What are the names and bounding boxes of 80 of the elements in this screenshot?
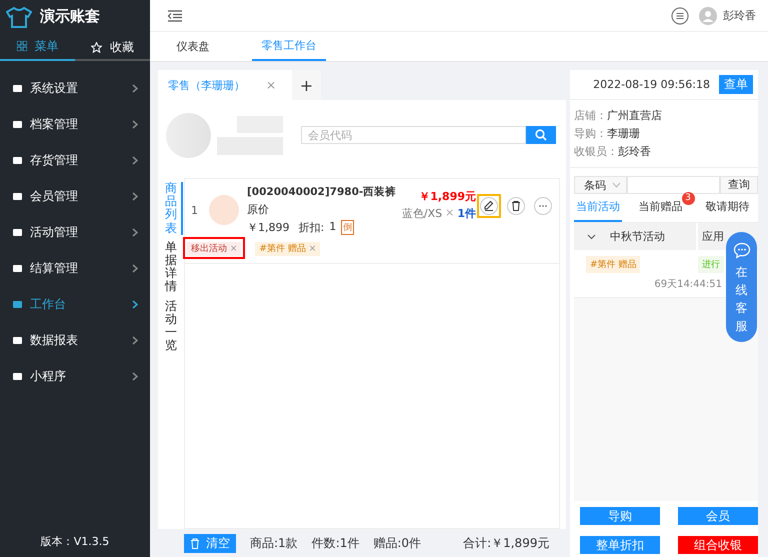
info-value: 彭玲香 — [618, 145, 651, 158]
pencil-icon — [482, 199, 496, 213]
action-button[interactable]: 组合收银 — [678, 536, 758, 554]
product-thumbnail — [209, 195, 239, 225]
product-count: 商品:1款 — [250, 534, 298, 552]
status-tag: 进行 — [698, 256, 724, 273]
delete-button[interactable] — [507, 197, 525, 215]
search-button[interactable] — [526, 126, 556, 144]
online-service-button[interactable]: 在线客服 — [726, 232, 757, 342]
menu-item[interactable]: 活动管理 — [0, 214, 150, 250]
trash-icon — [190, 538, 200, 548]
info-label: 导购： — [574, 127, 607, 140]
chevron-right-icon — [132, 228, 138, 236]
side-tab[interactable]: 单据详情 — [165, 240, 177, 294]
menu-item[interactable]: 工作台 — [0, 286, 150, 322]
sidebar-tab[interactable]: 收藏 — [75, 33, 150, 61]
star-icon — [91, 42, 102, 52]
item-quantity: 1件 — [457, 206, 476, 221]
chevron-right-icon — [132, 120, 138, 128]
activity-tab[interactable]: 当前赠品 — [638, 194, 682, 222]
menu-item[interactable]: 档案管理 — [0, 106, 150, 142]
menu-item[interactable]: 系统设置 — [0, 70, 150, 106]
menu-item[interactable]: 结算管理 — [0, 250, 150, 286]
menu-item[interactable]: 存货管理 — [0, 142, 150, 178]
activity-header[interactable]: 中秋节活动 — [574, 223, 696, 250]
activity-tab[interactable]: 敬请期待 — [706, 194, 750, 222]
chevron-right-icon — [132, 372, 138, 380]
times-sign: × — [445, 206, 454, 221]
row-number: 1 — [191, 204, 199, 216]
date-time: 2022-08-19 09:56:18 — [593, 78, 710, 91]
info-value: 李珊珊 — [607, 127, 640, 140]
query-button[interactable]: 查询 — [720, 176, 758, 194]
barcode-field[interactable] — [627, 176, 720, 194]
order-total: 合计:￥1,899元 — [463, 534, 550, 552]
chevron-right-icon — [132, 300, 138, 308]
price-type: 原价 — [247, 202, 270, 217]
info-label: 店铺： — [574, 109, 607, 122]
chevron-right-icon — [132, 264, 138, 272]
search-icon — [535, 129, 547, 141]
grid-icon — [16, 41, 26, 51]
chevron-right-icon — [132, 336, 138, 344]
page-tab[interactable]: 仪表盘 — [156, 32, 230, 61]
add-tab-button[interactable]: + — [292, 70, 321, 100]
count-badge: 3 — [682, 192, 694, 205]
discount-value: 1 — [329, 220, 336, 235]
chevron-right-icon — [132, 192, 138, 200]
barcode-type-select[interactable]: 条码 — [574, 176, 627, 194]
activity-tag[interactable]: 移出活动 × — [187, 242, 242, 256]
avatar-icon — [699, 6, 717, 24]
activity-tag: #第件 赠品 — [586, 256, 640, 273]
discount-badge: 倒 — [341, 220, 354, 235]
avatar-placeholder — [166, 112, 211, 158]
product-name: [0020040002]7980-西装裤 — [247, 185, 398, 199]
chat-bubble-icon — [732, 242, 750, 259]
chevron-right-icon — [132, 156, 138, 164]
shirt-logo-icon — [6, 6, 32, 28]
chevron-right-icon — [132, 84, 138, 92]
countdown: 69天14:44:51 — [653, 278, 723, 291]
sidebar-tab[interactable]: 菜单 — [0, 33, 75, 61]
chevron-down-icon — [587, 232, 596, 241]
piece-count: 件数:1件 — [312, 534, 360, 552]
item-total: ￥1,899元 — [418, 189, 476, 204]
discount-label: 折扣: — [298, 220, 324, 235]
more-button[interactable] — [534, 197, 552, 215]
member-search-field[interactable]: 会员代码 — [301, 126, 526, 144]
user-name[interactable]: 彭玲香 — [723, 8, 756, 23]
collapse-menu-icon — [168, 10, 182, 22]
trash-icon — [509, 199, 523, 213]
gift-count: 赠品:0件 — [373, 534, 422, 552]
version-text: 版本：V1.3.5 — [40, 535, 110, 548]
app-title: 演示账套 — [40, 7, 100, 26]
item-spec: 蓝色/XS — [402, 206, 442, 221]
menu-item[interactable]: 数据报表 — [0, 322, 150, 358]
menu-item[interactable]: 会员管理 — [0, 178, 150, 214]
info-label: 收银员： — [574, 145, 618, 158]
side-tab[interactable]: 活动一览 — [165, 300, 177, 352]
unit-price: ￥1,899 — [247, 220, 290, 235]
menu-item[interactable]: 小程序 — [0, 358, 150, 394]
chevron-down-icon — [612, 182, 621, 188]
info-value: 广州直营店 — [607, 109, 662, 122]
